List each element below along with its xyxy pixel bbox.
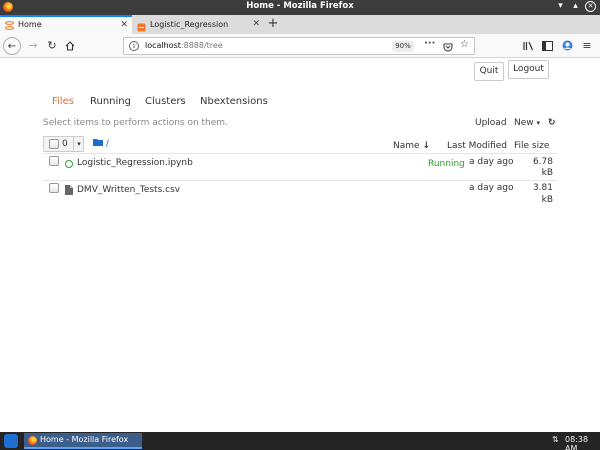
menu-icon[interactable]: ≡ — [578, 37, 596, 55]
pocket-icon[interactable] — [443, 39, 453, 55]
close-icon[interactable]: ✕ — [120, 17, 128, 33]
file-size-header[interactable]: File size — [514, 141, 549, 151]
file-size-unit: kB — [541, 195, 553, 205]
close-icon[interactable]: ✕ — [252, 15, 260, 34]
nav-toolbar: ← → ↻ i localhost:8888/tree 90% ··· ☆ ≡ — [0, 34, 600, 58]
back-icon[interactable]: ← — [3, 37, 21, 55]
firefox-icon — [28, 436, 37, 445]
reload-icon[interactable]: ↻ — [43, 37, 61, 55]
window-title: Home - Mozilla Firefox — [246, 1, 354, 11]
row-checkbox[interactable] — [49, 156, 59, 166]
divider — [43, 180, 557, 181]
file-size-value: 6.78 — [532, 157, 553, 167]
zoom-level[interactable]: 90% — [392, 41, 414, 52]
tab-running[interactable]: Running — [90, 96, 131, 107]
home-icon[interactable] — [61, 37, 79, 55]
jupyter-icon — [137, 20, 146, 32]
tab-logistic-regression[interactable]: Logistic_Regression ✕ — [132, 15, 264, 34]
sidebar-icon[interactable] — [538, 37, 556, 55]
breadcrumb[interactable]: / — [93, 138, 109, 149]
minimize-icon[interactable]: ▾ — [555, 1, 566, 12]
tab-label: Logistic_Regression — [150, 20, 229, 29]
quit-button[interactable]: Quit — [474, 62, 504, 81]
refresh-icon[interactable]: ↻ — [548, 118, 556, 128]
forward-icon[interactable]: → — [24, 37, 42, 55]
jupyter-icon — [5, 20, 14, 30]
new-dropdown-button[interactable]: New ▾ — [514, 118, 540, 128]
sort-name-header[interactable]: Name ↓ — [393, 141, 430, 151]
url-text[interactable]: localhost:8888/tree — [145, 41, 223, 50]
file-size-unit: kB — [541, 168, 553, 178]
tab-files[interactable]: Files — [52, 96, 74, 107]
chevron-down-icon[interactable]: ▾ — [73, 137, 84, 151]
start-menu-icon[interactable] — [4, 434, 18, 448]
new-label: New — [514, 118, 534, 128]
close-window-icon[interactable]: ✕ — [585, 1, 596, 12]
selection-hint: Select items to perform actions on them. — [43, 118, 228, 128]
library-icon[interactable] — [519, 37, 537, 55]
tab-nbextensions[interactable]: Nbextensions — [200, 96, 268, 107]
file-name-link[interactable]: DMV_Written_Tests.csv — [77, 185, 180, 195]
url-bar[interactable]: i localhost:8888/tree 90% ··· ☆ — [123, 37, 475, 55]
tab-home[interactable]: Home ✕ — [0, 15, 132, 34]
file-icon — [65, 185, 73, 195]
tab-clusters[interactable]: Clusters — [145, 96, 186, 107]
taskbar: Home - Mozilla Firefox ⇅ 08:38 AM — [0, 432, 600, 450]
file-size-value: 3.81 — [532, 183, 553, 193]
row-checkbox[interactable] — [49, 183, 59, 193]
selected-count: 0 — [62, 139, 68, 149]
name-column-label: Name — [393, 141, 420, 151]
account-icon[interactable] — [558, 37, 576, 55]
new-tab-button[interactable]: + — [266, 15, 280, 34]
chevron-down-icon: ▾ — [536, 119, 541, 127]
notebook-icon — [65, 160, 73, 168]
breadcrumb-separator: / — [105, 139, 109, 149]
info-icon[interactable]: i — [129, 41, 139, 51]
logout-button[interactable]: Logout — [508, 60, 549, 79]
network-icon[interactable]: ⇅ — [552, 435, 559, 444]
star-icon[interactable]: ☆ — [460, 39, 469, 50]
upload-button[interactable]: Upload — [475, 118, 507, 128]
tab-strip: Home ✕ Logistic_Regression ✕ — [0, 15, 600, 34]
folder-icon — [93, 139, 103, 146]
last-modified: a day ago — [469, 157, 514, 167]
divider — [43, 153, 557, 154]
more-icon[interactable]: ··· — [424, 38, 435, 49]
clock[interactable]: 08:38 AM — [565, 435, 600, 450]
sort-arrow-icon: ↓ — [422, 141, 430, 151]
taskbar-firefox-window[interactable]: Home - Mozilla Firefox — [24, 433, 142, 449]
last-modified: a day ago — [469, 183, 514, 193]
taskbar-task-label: Home - Mozilla Firefox — [40, 435, 129, 444]
running-status: Running — [428, 159, 465, 169]
last-modified-header[interactable]: Last Modified — [447, 141, 507, 151]
tab-label: Home — [18, 20, 42, 29]
file-name-link[interactable]: Logistic_Regression.ipynb — [77, 158, 193, 168]
maximize-icon[interactable]: ▴ — [570, 1, 581, 12]
select-all-control[interactable]: 0 ▾ — [43, 136, 84, 152]
window-titlebar: Home - Mozilla Firefox ▾ ▴ ✕ — [0, 0, 600, 15]
select-all-checkbox[interactable] — [49, 139, 59, 149]
